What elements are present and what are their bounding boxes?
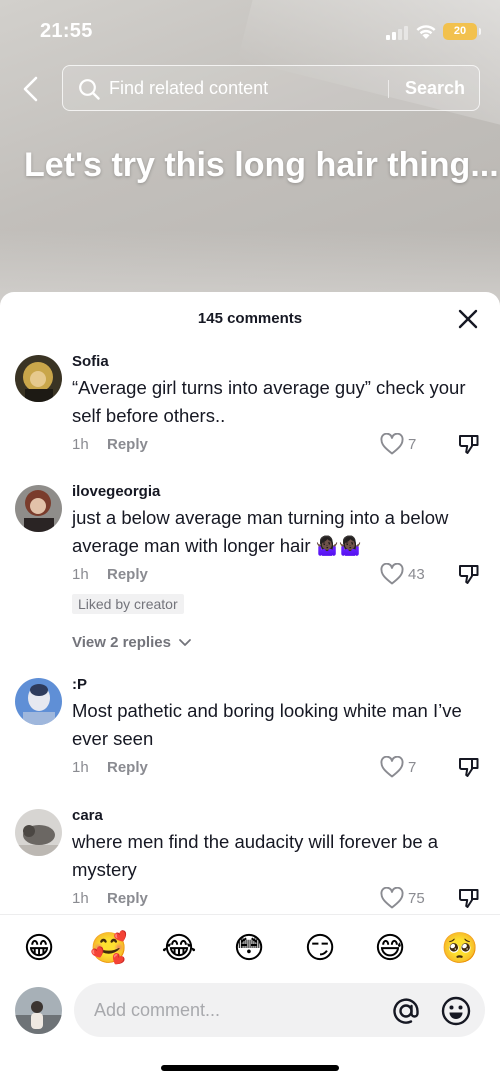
thumbs-down-icon [459, 889, 479, 908]
status-time: 21:55 [40, 20, 93, 42]
battery-level: 20 [453, 25, 467, 37]
comment-input[interactable] [94, 983, 384, 1037]
comment-time: 1h [72, 566, 89, 583]
avatar[interactable] [15, 355, 62, 402]
status-bar: 21:55 20 [0, 0, 500, 60]
comments-header: 145 comments [0, 292, 500, 344]
chevron-left-icon [23, 76, 38, 102]
comment-username[interactable]: cara [72, 806, 482, 826]
close-icon [458, 309, 478, 329]
at-sign-icon [393, 998, 419, 1024]
avatar[interactable] [15, 678, 62, 725]
reply-button[interactable]: Reply [107, 759, 148, 776]
dislike-button[interactable] [457, 432, 483, 458]
cellular-signal-icon [386, 26, 408, 40]
heart-icon [380, 756, 404, 778]
like-count: 75 [408, 890, 425, 907]
comment-username[interactable]: ilovegeorgia [72, 482, 482, 502]
thumbs-down-icon [459, 758, 479, 777]
heart-icon [380, 563, 404, 585]
heart-icon [380, 433, 404, 455]
reply-button[interactable]: Reply [107, 566, 148, 583]
my-avatar[interactable] [15, 987, 62, 1034]
battery-icon: 20 [443, 23, 481, 40]
view-replies-button[interactable]: View 2 replies [72, 634, 192, 651]
like-count: 7 [408, 436, 417, 453]
like-button[interactable]: 7 [380, 432, 428, 458]
reply-button[interactable]: Reply [107, 436, 148, 453]
like-count: 7 [408, 759, 417, 776]
video-caption: Let's try this long hair thing... [24, 146, 499, 184]
comment-text: where men find the audacity will forever… [72, 831, 439, 880]
avatar-p-icon [15, 678, 62, 725]
comment-count: 145 comments [197, 310, 303, 327]
smiley-icon [441, 996, 471, 1026]
comment-box[interactable] [74, 983, 485, 1037]
comment-username[interactable]: :P [72, 675, 482, 695]
thumbs-down-icon [459, 565, 479, 584]
like-button[interactable]: 7 [380, 755, 428, 781]
search-button[interactable]: Search [393, 66, 477, 110]
dislike-button[interactable] [457, 562, 483, 588]
dislike-button[interactable] [457, 755, 483, 781]
mention-button[interactable] [390, 995, 422, 1027]
avatar-sofia-icon [15, 355, 62, 402]
home-indicator [161, 1065, 339, 1071]
like-button[interactable]: 43 [380, 562, 428, 588]
emoji-tears-of-joy-button[interactable]: 😂 [159, 929, 199, 969]
comment-text: Most pathetic and boring looking white m… [72, 700, 462, 749]
emoji-grin-button[interactable]: 😁 [19, 929, 59, 969]
search-input[interactable] [109, 66, 379, 110]
close-button[interactable] [457, 308, 479, 330]
avatar-cara-icon [15, 809, 62, 856]
comment-text: “Average girl turns into average guy” ch… [72, 377, 466, 426]
search-divider [388, 80, 389, 98]
comment-list: Sofia “Average girl turns into average g… [0, 344, 500, 914]
comment-username[interactable]: Sofia [72, 352, 482, 372]
like-count: 43 [408, 566, 425, 583]
dislike-button[interactable] [457, 886, 483, 912]
emoji-pleading-button[interactable]: 🥺 [440, 929, 480, 969]
thumbs-down-icon [459, 435, 479, 454]
reply-button[interactable]: Reply [107, 890, 148, 907]
emoji-sweat-smile-button[interactable]: 😅 [370, 929, 410, 969]
view-replies-label: View 2 replies [72, 634, 171, 651]
comment-time: 1h [72, 759, 89, 776]
comment-time: 1h [72, 436, 89, 453]
avatar-ilovegeorgia-icon [15, 485, 62, 532]
emoji-picker-button[interactable] [440, 995, 472, 1027]
emoji-smirk-button[interactable]: 😏 [300, 929, 340, 969]
chevron-down-icon [179, 639, 192, 646]
search-icon [79, 79, 100, 100]
heart-icon [380, 887, 404, 909]
my-avatar-icon [15, 987, 62, 1034]
search-bar[interactable]: Search [62, 65, 480, 111]
liked-by-creator-badge: Liked by creator [72, 594, 184, 614]
emoji-smiling-hearts-button[interactable]: 🥰 [89, 929, 129, 969]
emoji-flushed-button[interactable]: 😳 [229, 929, 269, 969]
avatar[interactable] [15, 485, 62, 532]
avatar[interactable] [15, 809, 62, 856]
comment-text: just a below average man turning into a … [72, 507, 449, 556]
wifi-icon [415, 22, 437, 40]
like-button[interactable]: 75 [380, 886, 428, 912]
back-button[interactable] [18, 74, 46, 104]
quick-emoji-bar: 😁 🥰 😂 😳 😏 😅 🥺 [0, 929, 500, 969]
comment-composer-panel: 😁 🥰 😂 😳 😏 😅 🥺 [0, 914, 500, 1083]
comment-time: 1h [72, 890, 89, 907]
